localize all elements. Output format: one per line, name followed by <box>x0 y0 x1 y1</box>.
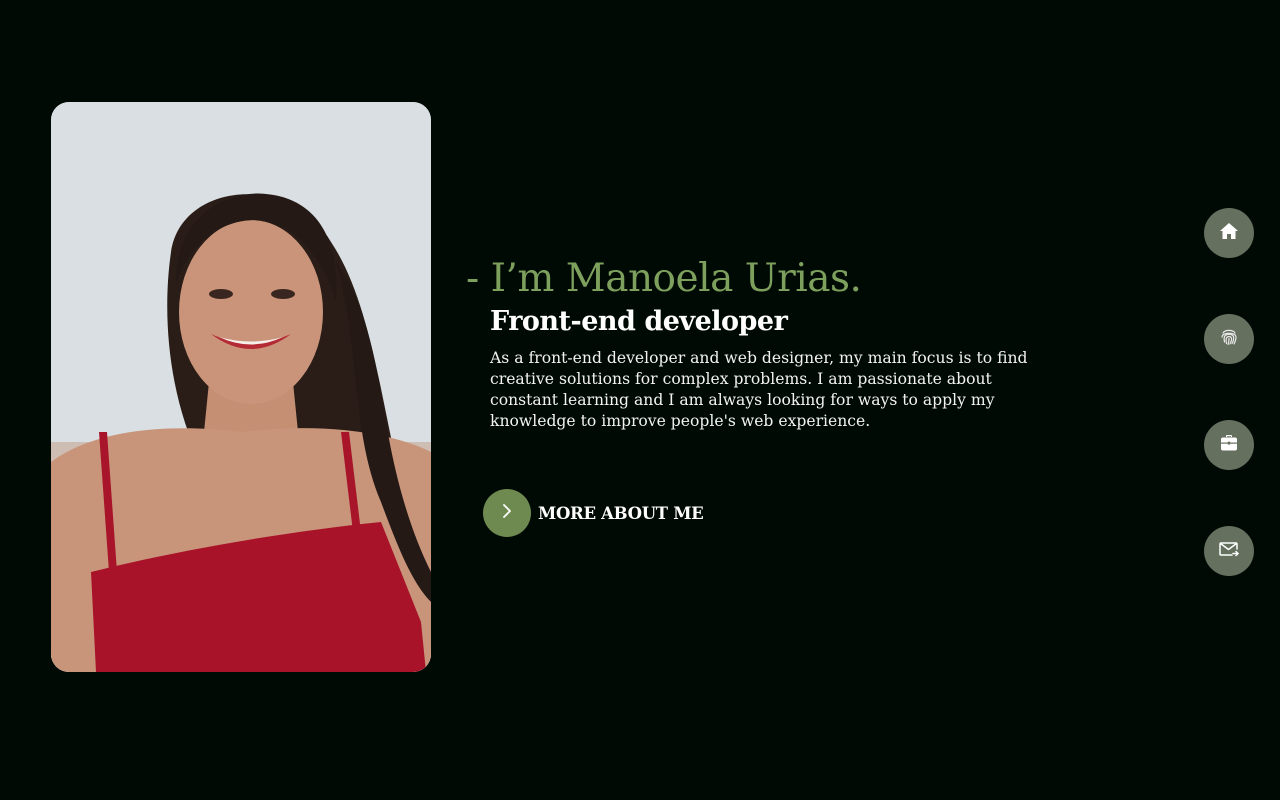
fingerprint-icon <box>1218 326 1240 352</box>
hero-title: - I’m Manoela Urias. <box>466 256 862 301</box>
hero-section: - I’m Manoela Urias. Front-end developer… <box>466 256 1046 432</box>
hero-description: As a front-end developer and web designe… <box>490 349 1028 430</box>
briefcase-icon <box>1218 432 1240 458</box>
mail-icon <box>1217 538 1241 564</box>
nav-contact-button[interactable] <box>1204 526 1254 576</box>
nav-home-button[interactable] <box>1204 208 1254 258</box>
nav-about-button[interactable] <box>1204 314 1254 364</box>
side-nav <box>1204 208 1254 576</box>
nav-portfolio-button[interactable] <box>1204 420 1254 470</box>
chevron-right-icon <box>498 502 516 524</box>
home-icon <box>1218 220 1240 246</box>
more-about-me-button[interactable]: MORE ABOUT ME <box>483 489 704 537</box>
hero-subtitle: Front-end developer <box>490 306 788 337</box>
more-about-me-circle[interactable] <box>483 489 531 537</box>
page: - I’m Manoela Urias. Front-end developer… <box>0 0 1280 800</box>
profile-photo <box>51 102 431 672</box>
more-about-me-label[interactable]: MORE ABOUT ME <box>538 504 704 523</box>
